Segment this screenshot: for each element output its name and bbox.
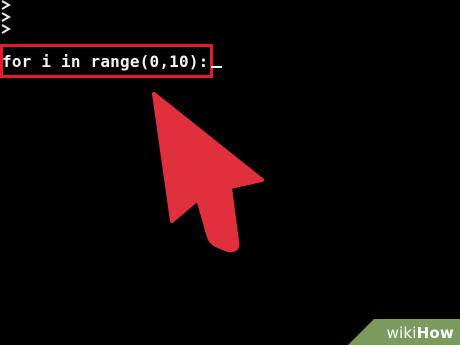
prompt-chevron-icon (0, 24, 14, 34)
prompt-chevron-icon (0, 12, 14, 22)
prompt-chevron-icon (0, 0, 14, 10)
pointer-arrow-icon (140, 86, 270, 260)
code-input-line[interactable]: for i in range(0,10): (2, 51, 222, 73)
watermark-text: wikiHow (386, 324, 454, 342)
terminal-screen: for i in range(0,10): wikiHow (0, 0, 460, 345)
text-cursor (210, 66, 222, 68)
code-text: for i in range(0,10): (2, 52, 209, 71)
wikihow-watermark: wikiHow (348, 319, 460, 345)
